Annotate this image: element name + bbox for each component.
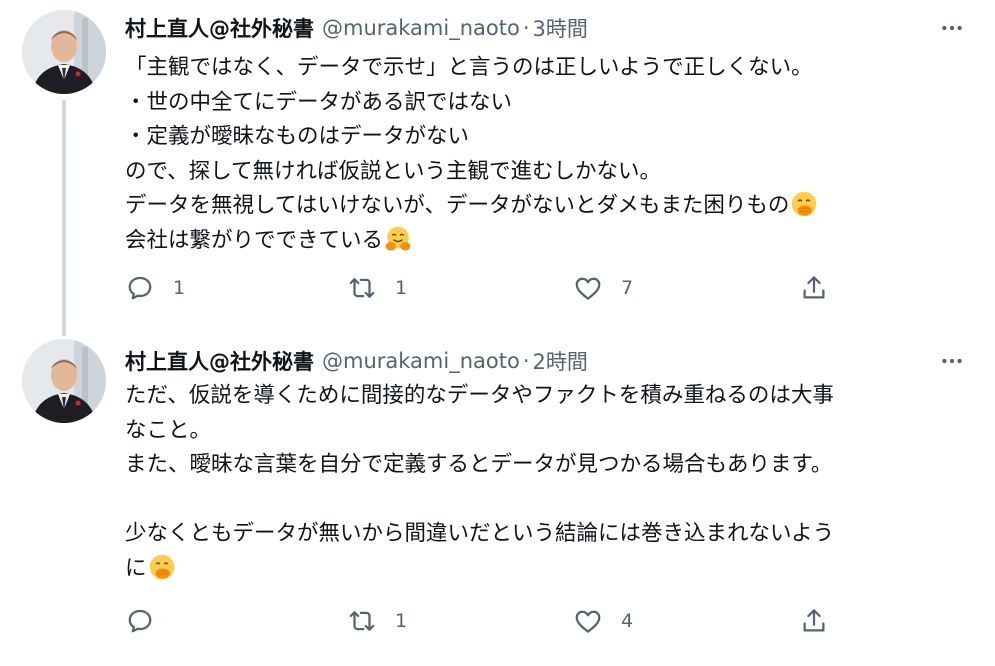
tweet[interactable]: 村上直人@社外秘書 @murakami_naoto · 3時間 「主観ではなく、…: [0, 0, 995, 336]
header-separator: ·: [522, 349, 530, 373]
tweet-text-line-content: データを無視してはいけないが、データがないとダメもまた困りもの: [125, 193, 790, 218]
retweet-icon: [349, 278, 375, 298]
tweet-text-line: また、曖昧な言葉を自分で定義するとデータが見つかる場合もあります。: [125, 448, 965, 483]
author-handle[interactable]: @murakami_naoto: [322, 349, 520, 373]
tweet-text-line-content: なこと。: [125, 417, 212, 443]
tweet-text-line-content: 会社は繋がりでできている: [125, 227, 384, 253]
like-button[interactable]: 7: [573, 271, 633, 305]
avatar[interactable]: [22, 339, 106, 423]
share-icon: [803, 276, 825, 299]
tweet-text-line-content: 少なくともデータが無いから間違いだという結論には巻き込まれないよう: [125, 521, 835, 546]
reply-icon: [128, 276, 152, 300]
tweet-actions: 1 4: [125, 604, 845, 638]
tweet-text-line: ・定義が曖昧なものはデータがない: [125, 120, 965, 155]
retweet-icon: [349, 611, 375, 631]
tweet-text-line: ので、探して無ければ仮説という主観で進むしかない。: [125, 155, 965, 190]
tweet-text-line: 「主観ではなく、データで示せ」と言うのは正しいようで正しくない。: [125, 51, 965, 86]
tweet-text-line: なこと。: [125, 414, 965, 449]
tweet-text-line-content: 「主観ではなく、データで示せ」と言うのは正しいようで正しくない。: [125, 55, 813, 80]
reply-button[interactable]: 1: [125, 271, 185, 305]
avatar-image: [22, 339, 106, 423]
reply-icon: [128, 609, 152, 633]
like-button[interactable]: 4: [573, 604, 633, 638]
retweet-count: 1: [395, 277, 408, 299]
tweet-text-line-content: また、曖昧な言葉を自分で定義するとデータが見つかる場合もあります。: [125, 452, 833, 477]
tweet-text-blank-line: [125, 483, 965, 518]
tweet-text-line-content: ・定義が曖昧なものはデータがない: [125, 124, 470, 149]
tweet-text-line-content: ただ、仮説を導くために間接的なデータやファクトを積み重ねるのは大事: [125, 383, 834, 408]
tweet-text-line-content: ので、探して無ければ仮説という主観で進むしかない。: [125, 158, 661, 184]
tweet-text-line: 少なくともデータが無いから間違いだという結論には巻き込まれないよう: [125, 517, 965, 552]
heart-icon: [575, 277, 601, 300]
tweet-header: 村上直人@社外秘書 @murakami_naoto · 2時間: [125, 344, 588, 378]
author-handle[interactable]: @murakami_naoto: [322, 16, 520, 40]
tweet[interactable]: 村上直人@社外秘書 @murakami_naoto · 2時間 ただ、仮説を導く…: [0, 335, 995, 666]
avatar-image: [22, 10, 106, 94]
author-name[interactable]: 村上直人@社外秘書: [125, 13, 314, 43]
tweet-text-line: ただ、仮説を導くために間接的なデータやファクトを積み重ねるのは大事: [125, 379, 965, 414]
share-button[interactable]: [799, 271, 829, 305]
face-with-hand-over-mouth-icon: [792, 191, 817, 217]
thread-connector-line: [62, 100, 66, 336]
tweet-actions: 1 1 7: [125, 271, 845, 305]
avatar[interactable]: [22, 10, 106, 94]
reply-count: 1: [173, 277, 186, 299]
tweet-text: 「主観ではなく、データで示せ」と言うのは正しいようで正しくない。 ・世の中全てに…: [125, 51, 965, 258]
tweet-text-line: ・世の中全てにデータがある訳ではない: [125, 86, 965, 121]
tweet-timestamp[interactable]: 2時間: [533, 346, 588, 376]
retweet-button[interactable]: 1: [347, 604, 407, 638]
tweet-text-line: データを無視してはいけないが、データがないとダメもまた困りもの: [125, 189, 965, 224]
heart-icon: [575, 610, 601, 633]
like-count: 7: [621, 277, 634, 299]
tweet-text-line: 会社は繋がりでできている: [125, 224, 965, 259]
tweet-timestamp[interactable]: 3時間: [533, 13, 588, 43]
more-options-button[interactable]: [935, 344, 969, 378]
tweet-header: 村上直人@社外秘書 @murakami_naoto · 3時間: [125, 11, 588, 45]
retweet-button[interactable]: 1: [347, 271, 407, 305]
author-name[interactable]: 村上直人@社外秘書: [125, 346, 314, 376]
tweet-text-line-content: ・世の中全てにデータがある訳ではない: [125, 89, 513, 115]
more-options-button[interactable]: [935, 11, 969, 45]
more-horizontal-icon: [942, 358, 962, 364]
reply-button[interactable]: [125, 604, 173, 638]
face-with-hand-over-mouth-icon: [149, 554, 174, 579]
more-horizontal-icon: [942, 25, 962, 31]
tweet-thread: 村上直人@社外秘書 @murakami_naoto · 3時間 「主観ではなく、…: [0, 0, 995, 666]
tweet-text-line-content: に: [125, 555, 147, 581]
retweet-count: 1: [395, 610, 408, 632]
tweet-text-line: に: [125, 552, 965, 587]
share-icon: [803, 609, 825, 632]
hugging-face-icon: [385, 226, 411, 251]
tweet-text: ただ、仮説を導くために間接的なデータやファクトを積み重ねるのは大事 なこと。 ま…: [125, 379, 965, 586]
like-count: 4: [621, 610, 634, 632]
share-button[interactable]: [799, 604, 829, 638]
header-separator: ·: [522, 16, 530, 40]
